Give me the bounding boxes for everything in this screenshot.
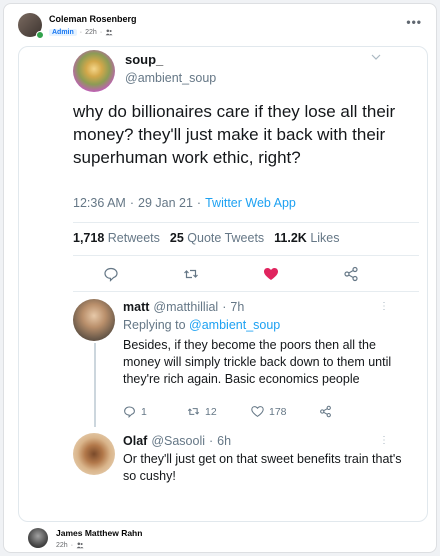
reply-separator: · <box>222 300 227 314</box>
tweet-time-separator: · <box>129 196 134 210</box>
reply-age: 7h <box>230 300 245 314</box>
heart-filled-icon <box>264 268 278 280</box>
comment-meta-separator: · <box>70 541 74 549</box>
replying-to-handle: @ambient_soup <box>189 318 281 332</box>
tweet-time: 12:36 AM <box>73 196 126 210</box>
commenter-name[interactable]: James Matthew Rahn <box>56 528 142 538</box>
tweet-actions <box>73 262 393 286</box>
retweet-count-item: 12 <box>187 405 217 418</box>
post-header: Coleman Rosenberg Admin · 22h · ••• <box>4 4 436 44</box>
reply-author-name: matt <box>123 300 150 314</box>
heart-icon <box>251 406 264 418</box>
reply-author-avatar <box>73 433 115 475</box>
tweet-date: 29 Jan 21 <box>138 196 193 210</box>
quotes-label: Quote Tweets <box>187 231 265 245</box>
tweet-author-avatar <box>73 50 115 92</box>
retweets-stat: 1,718 Retweets <box>73 231 160 245</box>
reply-header: matt @matthillial · 7h <box>123 300 244 314</box>
share-icon <box>344 266 358 282</box>
likes-label: Likes <box>310 231 340 245</box>
thread-line <box>94 343 96 427</box>
reply-author-handle: @matthillial <box>153 300 219 314</box>
retweet-icon <box>187 408 200 415</box>
post-timestamp[interactable]: 22h <box>85 29 97 36</box>
tweet-screenshot[interactable]: soup_ @ambient_soup why do billionaires … <box>18 46 428 522</box>
reply-icon <box>124 406 135 418</box>
online-status-icon <box>36 31 44 39</box>
tweet-display-name: soup_ <box>125 52 164 67</box>
post-meta-separator: · <box>79 28 83 36</box>
reply-text: Or they'll just get on that sweet benefi… <box>123 452 402 483</box>
tweet-time-separator: · <box>196 196 202 210</box>
reply-count: 1 <box>141 405 147 418</box>
reply-header: Olaf @Sasooli · 6h <box>123 434 231 448</box>
quotes-count: 25 <box>169 231 184 245</box>
reply-actions: 1 12 178 <box>123 405 353 421</box>
chevron-down-icon <box>371 54 381 60</box>
post-meta-separator: · <box>99 28 103 36</box>
reply-text: Besides, if they become the poors then a… <box>123 338 392 386</box>
retweets-count: 1,718 <box>73 231 105 245</box>
quotes-stat: 25 Quote Tweets <box>170 231 264 245</box>
likes-stat: 11.2K Likes <box>274 231 339 245</box>
tweet-text: why do billionaires care if they lose al… <box>73 102 396 167</box>
like-count-item: 178 <box>251 405 287 418</box>
post-options-button[interactable]: ••• <box>406 15 422 29</box>
group-icon <box>76 542 84 549</box>
reply-count-item: 1 <box>123 405 147 418</box>
like-count: 178 <box>269 405 287 418</box>
admin-badge: Admin <box>49 28 77 36</box>
comment-meta: 22h · <box>56 541 84 549</box>
reply-author-name: Olaf <box>123 434 148 448</box>
tweet-stats: 1,718 Retweets 25 Quote Tweets 11.2K Lik… <box>73 231 340 245</box>
share-icon <box>320 405 331 418</box>
retweets-label: Retweets <box>107 231 160 245</box>
likes-count: 11.2K <box>274 231 307 245</box>
tweet-timestamp-row: 12:36 AM · 29 Jan 21 · Twitter Web App <box>73 196 296 210</box>
divider <box>73 255 419 256</box>
reply-age: 6h <box>217 434 232 448</box>
replying-prefix: Replying to <box>123 318 186 332</box>
commenter-avatar[interactable] <box>28 528 48 548</box>
tweet-handle: @ambient_soup <box>125 71 217 85</box>
reply-separator: · <box>209 434 214 448</box>
post-meta: Admin · 22h · <box>49 28 113 36</box>
author-name[interactable]: Coleman Rosenberg <box>49 14 137 24</box>
facebook-post: Coleman Rosenberg Admin · 22h · ••• soup… <box>3 3 437 553</box>
tweet-source: Twitter Web App <box>205 196 296 210</box>
more-vertical-icon: ⋮ <box>379 301 389 312</box>
more-vertical-icon: ⋮ <box>379 435 389 446</box>
divider <box>73 291 419 292</box>
divider <box>73 222 419 223</box>
retweet-icon <box>184 269 198 279</box>
reply-icon <box>104 267 118 282</box>
reply-author-avatar <box>73 299 115 341</box>
replying-to: Replying to @ambient_soup <box>123 318 280 332</box>
reply-author-handle: @Sasooli <box>151 434 205 448</box>
group-icon <box>105 29 113 36</box>
retweet-count: 12 <box>205 405 217 418</box>
share-item <box>319 405 332 418</box>
comment-timestamp[interactable]: 22h <box>56 542 68 549</box>
